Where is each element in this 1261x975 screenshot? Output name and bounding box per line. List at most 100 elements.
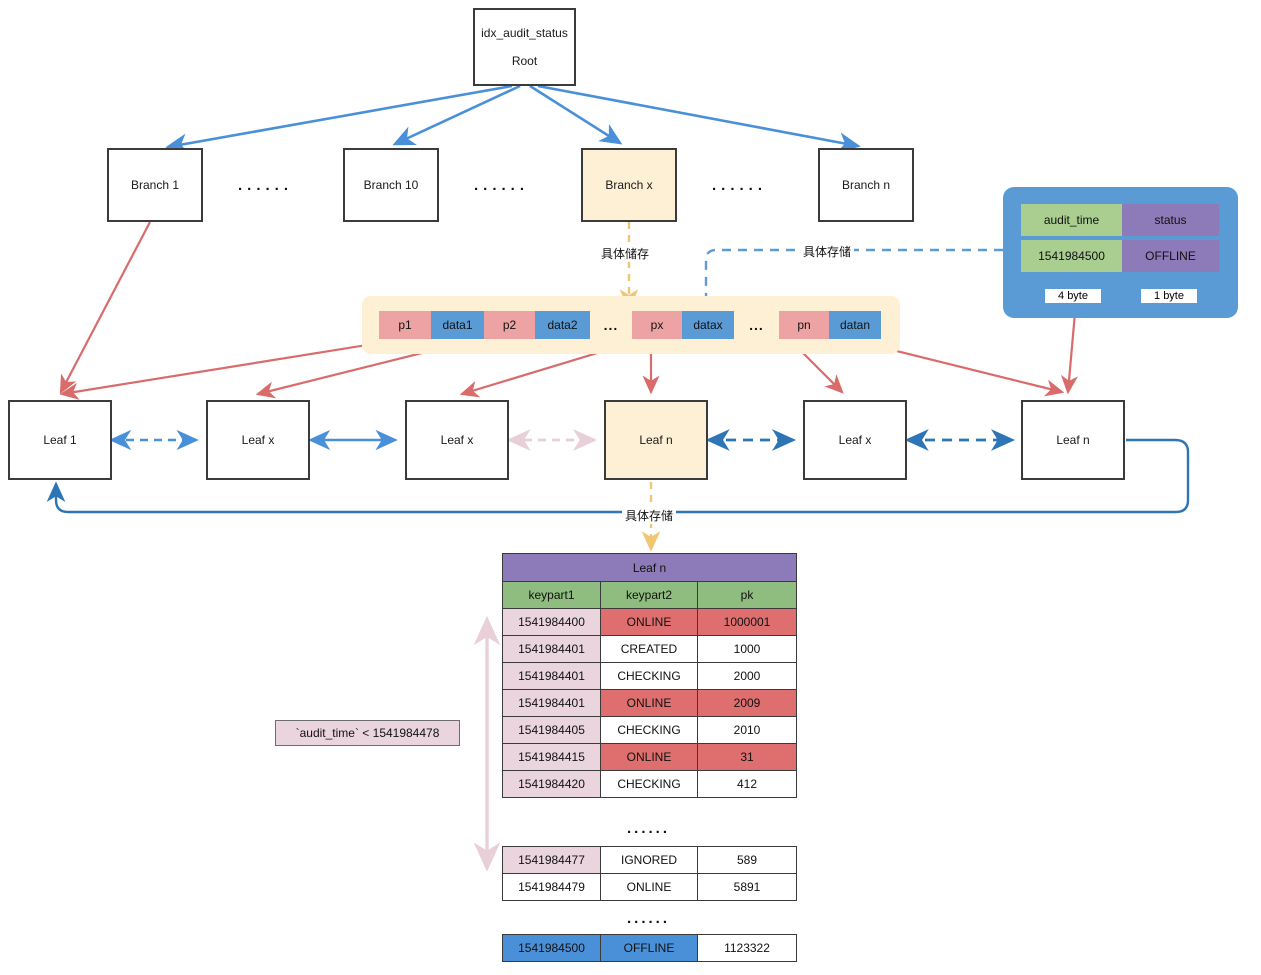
pointer-cell-px[interactable]: px xyxy=(632,311,682,339)
cell-keypart1: 1541984401 xyxy=(502,662,601,690)
data-cell-datan[interactable]: datan xyxy=(829,311,881,339)
table-header-keypart1: keypart1 xyxy=(502,581,601,609)
table-title-row: Leaf n xyxy=(502,553,797,582)
legend-col-audit-time: audit_time xyxy=(1021,204,1122,236)
root-node[interactable]: idx_audit_status Root xyxy=(473,8,576,86)
cell-keypart1: 1541984477 xyxy=(502,846,601,874)
branch-node-10[interactable]: Branch 10 xyxy=(343,148,439,222)
branch-separator-2: ...... xyxy=(474,177,530,194)
cell-keypart1: 1541984420 xyxy=(502,770,601,798)
cell-keypart2: CHECKING xyxy=(600,662,698,690)
cell-pk: 1000001 xyxy=(697,608,797,636)
cell-keypart1: 1541984500 xyxy=(502,934,601,962)
cell-keypart2: ONLINE xyxy=(600,743,698,771)
branch-node-x[interactable]: Branch x xyxy=(581,148,677,222)
root-title: idx_audit_status xyxy=(481,26,568,40)
diagram-canvas: idx_audit_status Root Branch 1 ...... Br… xyxy=(0,0,1261,975)
pointer-cell-p1[interactable]: p1 xyxy=(379,311,431,339)
label-legend-to-pointers: 具体存储 xyxy=(800,243,855,260)
leaf-node-6[interactable]: Leaf n xyxy=(1021,400,1125,480)
branch-node-1[interactable]: Branch 1 xyxy=(107,148,203,222)
leaf-node-5[interactable]: Leaf x xyxy=(803,400,907,480)
cell-keypart2: ONLINE xyxy=(600,873,698,901)
pointer-ellipsis-1: ... xyxy=(603,317,619,333)
table-row[interactable]: 1541984420 CHECKING 412 xyxy=(502,770,797,798)
table-header-row: keypart1 keypart2 pk xyxy=(502,581,797,609)
leaf-node-1[interactable]: Leaf 1 xyxy=(8,400,112,480)
legend-header-row: audit_time status xyxy=(1021,204,1219,236)
pointer-block: p1 data1 p2 data2 ... px datax ... pn da… xyxy=(379,311,881,339)
table-row[interactable]: 1541984500 OFFLINE 1123322 xyxy=(502,934,797,962)
legend-col-status: status xyxy=(1122,204,1219,236)
legend-size-4byte: 4 byte xyxy=(1045,289,1101,304)
cell-keypart1: 1541984415 xyxy=(502,743,601,771)
legend-size-1byte: 1 byte xyxy=(1141,289,1197,304)
cell-pk: 2010 xyxy=(697,716,797,744)
table-header-keypart2: keypart2 xyxy=(600,581,698,609)
table-row[interactable]: 1541984405 CHECKING 2010 xyxy=(502,716,797,744)
table-row[interactable]: 1541984479 ONLINE 5891 xyxy=(502,873,797,901)
table-row[interactable]: 1541984400 ONLINE 1000001 xyxy=(502,608,797,636)
leaf-node-n-highlighted[interactable]: Leaf n xyxy=(604,400,708,480)
branch-label: Branch 10 xyxy=(363,178,419,192)
table-row[interactable]: 1541984401 CREATED 1000 xyxy=(502,635,797,663)
cell-keypart1: 1541984405 xyxy=(502,716,601,744)
cell-keypart1: 1541984401 xyxy=(502,635,601,663)
branch-label: Branch n xyxy=(841,178,891,192)
table-ellipsis-1: ...... xyxy=(627,820,671,837)
leaf-label: Leaf n xyxy=(1056,433,1090,447)
cell-pk: 1123322 xyxy=(697,934,797,962)
branch-node-n[interactable]: Branch n xyxy=(818,148,914,222)
record-format-legend: audit_time status 1541984500 OFFLINE 4 b… xyxy=(1003,187,1238,318)
data-cell-data1[interactable]: data1 xyxy=(431,311,484,339)
leaf-node-3[interactable]: Leaf x xyxy=(405,400,509,480)
leaf-label: Leaf x xyxy=(241,433,275,447)
leaf-label: Leaf n xyxy=(639,433,673,447)
filter-predicate-note: `audit_time` < 1541984478 xyxy=(275,720,460,746)
table-row[interactable]: 1541984401 ONLINE 2009 xyxy=(502,689,797,717)
table-ellipsis-2: ...... xyxy=(627,910,671,927)
cell-pk: 1000 xyxy=(697,635,797,663)
pointer-cell-p2[interactable]: p2 xyxy=(484,311,535,339)
leaf-label: Leaf 1 xyxy=(43,433,77,447)
branch-label: Branch x xyxy=(605,178,653,192)
leaf-label: Leaf x xyxy=(838,433,872,447)
legend-value-audit-time: 1541984500 xyxy=(1021,240,1122,272)
branch-separator-3: ...... xyxy=(712,177,768,194)
cell-pk: 2000 xyxy=(697,662,797,690)
leaf-detail-table-group3: 1541984500 OFFLINE 1123322 xyxy=(502,934,797,962)
cell-keypart2: ONLINE xyxy=(600,689,698,717)
leaf-detail-table-group2: 1541984477 IGNORED 589 1541984479 ONLINE… xyxy=(502,846,797,901)
data-cell-datax[interactable]: datax xyxy=(682,311,734,339)
cell-keypart1: 1541984401 xyxy=(502,689,601,717)
cell-keypart2: OFFLINE xyxy=(600,934,698,962)
table-title: Leaf n xyxy=(502,553,797,582)
cell-pk: 412 xyxy=(697,770,797,798)
cell-pk: 2009 xyxy=(697,689,797,717)
label-leaf-to-table: 具体存储 xyxy=(622,507,677,524)
leaf-detail-table: Leaf n keypart1 keypart2 pk 1541984400 O… xyxy=(502,553,797,798)
table-row[interactable]: 1541984415 ONLINE 31 xyxy=(502,743,797,771)
branch-label: Branch 1 xyxy=(130,178,180,192)
table-row[interactable]: 1541984477 IGNORED 589 xyxy=(502,846,797,874)
cell-keypart1: 1541984479 xyxy=(502,873,601,901)
leaf-label: Leaf x xyxy=(440,433,474,447)
table-header-pk: pk xyxy=(697,581,797,609)
leaf-node-2[interactable]: Leaf x xyxy=(206,400,310,480)
cell-pk: 5891 xyxy=(697,873,797,901)
label-branch-to-pointers: 具体储存 xyxy=(598,245,653,262)
cell-keypart2: CHECKING xyxy=(600,716,698,744)
cell-keypart1: 1541984400 xyxy=(502,608,601,636)
data-cell-data2[interactable]: data2 xyxy=(535,311,590,339)
root-subtitle: Root xyxy=(511,54,538,68)
cell-keypart2: CREATED xyxy=(600,635,698,663)
pointer-cell-pn[interactable]: pn xyxy=(779,311,829,339)
table-row[interactable]: 1541984401 CHECKING 2000 xyxy=(502,662,797,690)
pointer-ellipsis-2: ... xyxy=(749,317,764,333)
legend-value-status: OFFLINE xyxy=(1122,240,1219,272)
cell-keypart2: ONLINE xyxy=(600,608,698,636)
branch-separator-1: ...... xyxy=(238,177,294,194)
cell-pk: 31 xyxy=(697,743,797,771)
legend-value-row: 1541984500 OFFLINE xyxy=(1021,240,1219,272)
root-to-branch-edges xyxy=(165,84,861,154)
